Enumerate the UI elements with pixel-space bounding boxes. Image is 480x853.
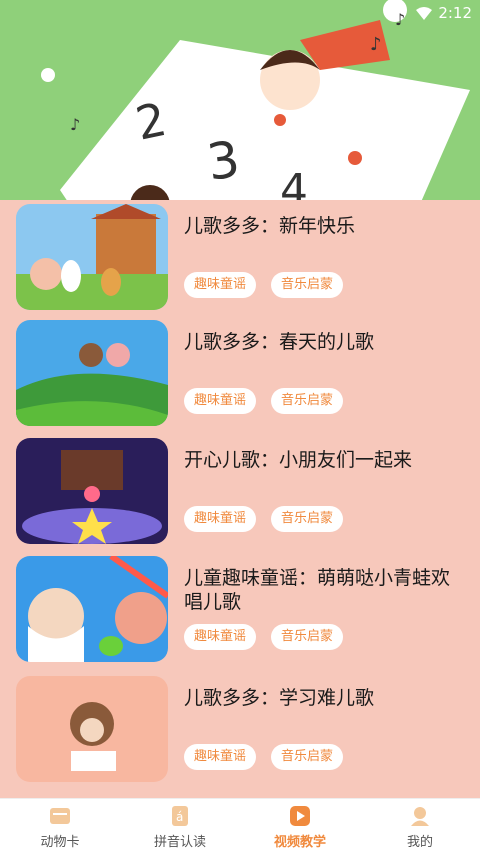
video-thumbnail[interactable] [16, 556, 168, 662]
tag-fun-rhymes: 趣味童谣 [184, 506, 257, 532]
list-item[interactable]: 开心儿歌：小朋友们一起来 趣味童谣 音乐启蒙 [16, 438, 464, 544]
tab-label: 我的 [406, 835, 433, 850]
tag-fun-rhymes: 趣味童谣 [184, 272, 257, 298]
tab-label: 视频教学 [273, 835, 326, 850]
tab-animal-cards[interactable]: 动物卡 [0, 799, 120, 853]
tab-mine[interactable]: 我的 [360, 799, 480, 853]
svg-text:♪: ♪ [70, 115, 80, 134]
tag-music-enlightenment: 音乐启蒙 [271, 272, 344, 298]
video-thumbnail[interactable] [16, 676, 168, 782]
video-thumbnail[interactable] [16, 438, 168, 544]
svg-text:♪: ♪ [370, 34, 382, 55]
tab-pinyin[interactable]: á 拼音认读 [120, 799, 240, 853]
wifi-icon [416, 6, 432, 25]
video-title: 儿歌多多：学习难儿歌 [184, 687, 375, 709]
tag-music-enlightenment: 音乐启蒙 [271, 744, 344, 770]
card-icon [49, 805, 71, 827]
list-item[interactable]: 儿歌多多：新年快乐 趣味童谣 音乐启蒙 [16, 204, 464, 310]
bottom-tab-bar: 动物卡 á 拼音认读 视频教学 我的 [0, 798, 480, 853]
tag-fun-rhymes: 趣味童谣 [184, 624, 257, 650]
status-time: 2:12 [438, 4, 472, 22]
tag-fun-rhymes: 趣味童谣 [184, 388, 257, 414]
tag-music-enlightenment: 音乐启蒙 [271, 506, 344, 532]
list-item[interactable]: 儿童趣味童谣：萌萌哒小青蛙欢唱儿歌 趣味童谣 音乐启蒙 [16, 556, 464, 662]
tag-music-enlightenment: 音乐启蒙 [271, 388, 344, 414]
svg-text:á: á [176, 810, 183, 824]
tab-video-teaching[interactable]: 视频教学 [240, 799, 360, 853]
tag-fun-rhymes: 趣味童谣 [184, 744, 257, 770]
video-title: 儿歌多多：春天的儿歌 [184, 331, 375, 353]
pinyin-icon: á [169, 805, 191, 827]
video-thumbnail[interactable] [16, 204, 168, 310]
video-icon [289, 805, 311, 827]
video-title: 儿童趣味童谣：萌萌哒小青蛙欢唱儿歌 [184, 567, 451, 613]
tag-music-enlightenment: 音乐启蒙 [271, 624, 344, 650]
list-item[interactable]: 儿歌多多：学习难儿歌 趣味童谣 音乐启蒙 [16, 676, 464, 782]
status-bar: 2:12 [0, 0, 480, 26]
tab-label: 动物卡 [40, 835, 80, 850]
video-thumbnail[interactable] [16, 320, 168, 426]
video-title: 儿歌多多：新年快乐 [184, 215, 356, 237]
user-icon [409, 805, 431, 827]
video-title: 开心儿歌：小朋友们一起来 [184, 449, 413, 471]
tab-label: 拼音认读 [153, 835, 206, 850]
list-item[interactable]: 儿歌多多：春天的儿歌 趣味童谣 音乐启蒙 [16, 320, 464, 426]
